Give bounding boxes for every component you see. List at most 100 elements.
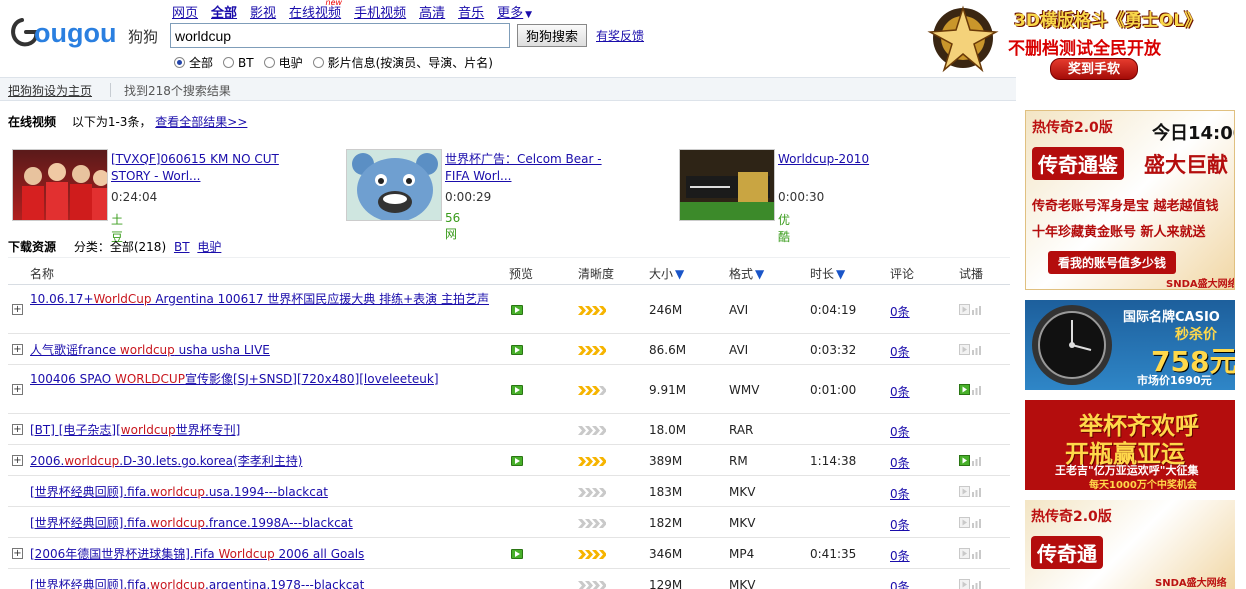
resource-name-link[interactable]: [世界杯经典回顾].fifa.worldcup.usa.1994---black… <box>30 483 490 501</box>
name-text: Argentina 100617 世界杯国民应援大典 排练+表演 主拍艺声 <box>151 292 489 306</box>
trial-play-icon[interactable] <box>959 344 987 356</box>
preview-icon[interactable] <box>511 305 523 315</box>
video-title[interactable]: 世界杯广告：Celcom Bear - FIFA Worl... <box>445 151 620 185</box>
right-ad-legend-2[interactable]: 热传奇2.0版 传奇通 SNDA盛大网络 <box>1025 500 1235 589</box>
search-input[interactable] <box>170 23 510 48</box>
comments-link[interactable]: 0条 <box>890 578 910 589</box>
video-title[interactable]: [TVXQF]060615 KM NO CUT STORY - Worl... <box>111 151 286 185</box>
filter-radio[interactable]: 电驴 <box>263 54 303 71</box>
trial-play-icon[interactable] <box>959 517 987 529</box>
radio-button[interactable] <box>263 57 275 68</box>
ad-line: 热传奇2.0版 <box>1032 120 1113 136</box>
comments-link[interactable]: 0条 <box>890 547 910 564</box>
trial-play-icon[interactable] <box>959 486 987 498</box>
comments-link[interactable]: 0条 <box>890 485 910 502</box>
nav-item[interactable]: 影视 <box>250 2 276 21</box>
more-caret-icon: ▼ <box>525 10 533 20</box>
resource-name-link[interactable]: 2006.worldcup.D-30.lets.go.korea(李孝利主持) <box>30 452 490 470</box>
nav-item[interactable]: 音乐 <box>458 2 484 21</box>
comments-link[interactable]: 0条 <box>890 454 910 471</box>
category-ed2k[interactable]: 电驴 <box>197 240 221 254</box>
video-source[interactable]: 优酷 <box>778 211 790 245</box>
preview-icon[interactable] <box>511 549 523 559</box>
preview-icon[interactable] <box>511 456 523 466</box>
ad-line: 今日14:00 <box>1152 123 1234 144</box>
sort-caret-icon: ▼ <box>755 267 765 281</box>
nav-item[interactable]: 全部 <box>211 2 237 21</box>
ad-top-button[interactable]: 奖到手软 <box>1050 58 1138 80</box>
expand-icon[interactable]: + <box>12 304 23 315</box>
resource-name-link[interactable]: [世界杯经典回顾].fifa.worldcup.argentina.1978--… <box>30 576 490 589</box>
radio-button[interactable] <box>174 57 185 68</box>
col-comments: 评论 <box>890 267 915 281</box>
table-row: [世界杯经典回顾].fifa.worldcup.usa.1994---black… <box>8 476 1010 507</box>
expand-icon[interactable]: + <box>12 455 23 466</box>
video-source[interactable]: 56网 <box>445 211 460 242</box>
resource-name-link[interactable]: [世界杯经典回顾].fifa.worldcup.france.1998A---b… <box>30 514 490 532</box>
comments-link[interactable]: 0条 <box>890 303 910 320</box>
preview-icon[interactable] <box>511 345 523 355</box>
file-duration: 1:14:38 <box>810 454 857 468</box>
category-bt[interactable]: BT <box>174 240 190 254</box>
filter-radio[interactable]: BT <box>223 54 254 71</box>
expand-icon[interactable]: + <box>12 384 23 395</box>
right-ad-legend-1[interactable]: 热传奇2.0版 今日14:00 传奇通鉴盛大巨献传奇老账号浑身是宝 越老越值钱十年珍… <box>1025 110 1235 290</box>
keyword-highlight: worldcup <box>150 516 206 530</box>
name-text: 宣传影像[SJ+SNSD][720x480][loveleeteuk] <box>184 372 439 386</box>
video-thumbnail[interactable] <box>679 149 775 221</box>
search-button[interactable]: 狗狗搜索 <box>517 24 587 47</box>
file-format: RM <box>729 454 748 468</box>
resource-name-link[interactable]: 100406 SPAO WORLDCUP宣传影像[SJ+SNSD][720x48… <box>30 370 490 388</box>
comments-link[interactable]: 0条 <box>890 383 910 400</box>
expand-icon[interactable]: + <box>12 548 23 559</box>
expand-icon[interactable]: + <box>12 344 23 355</box>
trial-play-icon[interactable] <box>959 579 987 589</box>
view-all-link[interactable]: 查看全部结果>> <box>155 115 247 129</box>
sort-caret-icon: ▼ <box>836 267 846 281</box>
right-ad-casio[interactable]: 国际名牌CASIO 秒杀价 758元 市场价1690元 <box>1025 300 1235 390</box>
preview-icon[interactable] <box>511 385 523 395</box>
keyword-highlight: worldcup <box>150 485 206 499</box>
right-ad-wanglaoji[interactable]: 举杯齐欢呼 开瓶赢亚运 王老吉"亿万亚运欢呼"大征集 每天1000万个中奖机会 <box>1025 400 1235 490</box>
expand-icon[interactable]: + <box>12 424 23 435</box>
video-thumbnail[interactable] <box>12 149 108 221</box>
col-size-sort[interactable]: 大小 ▼ <box>649 265 684 282</box>
name-text: [世界杯经典回顾].fifa. <box>30 485 151 499</box>
trial-play-icon[interactable] <box>959 548 987 560</box>
feedback-link[interactable]: 有奖反馈 <box>596 27 644 44</box>
trial-play-icon[interactable] <box>959 384 987 396</box>
nav-item[interactable]: 高清 <box>419 2 445 21</box>
resource-name-link[interactable]: 人气歌谣france worldcup usha usha LIVE <box>30 341 490 359</box>
col-duration-sort[interactable]: 时长 ▼ <box>810 265 845 282</box>
keyword-highlight: Worldcup <box>218 547 275 561</box>
video-title[interactable]: Worldcup-2010 <box>778 151 953 168</box>
col-format-sort[interactable]: 格式 ▼ <box>729 265 764 282</box>
video-thumbnail[interactable] <box>346 149 442 221</box>
radio-button[interactable] <box>312 57 324 68</box>
nav-item[interactable]: 手机视频 <box>354 2 406 21</box>
comments-link[interactable]: 0条 <box>890 423 910 440</box>
trial-play-icon[interactable] <box>959 455 987 467</box>
search-filter-radios: 全部 BT 电驴 影片信息(按演员、导演、片名) <box>174 54 503 71</box>
radio-button[interactable] <box>223 57 235 68</box>
category-all[interactable]: 全部(218) <box>110 240 166 254</box>
filter-radio[interactable]: 全部 <box>174 54 213 71</box>
set-homepage-link[interactable]: 把狗狗设为主页 <box>8 82 92 99</box>
nav-item[interactable]: 更多 ▼ <box>497 2 545 21</box>
online-video-header: 在线视频 以下为1-3条， 查看全部结果>> <box>8 113 247 130</box>
sogou-logo[interactable]: ougou 狗狗 <box>8 12 163 52</box>
nav-item[interactable]: 在线视频 new <box>289 0 342 21</box>
filter-radio[interactable]: 影片信息(按演员、导演、片名) <box>312 54 493 71</box>
resource-name-link[interactable]: [2006年德国世界杯进球集锦].Fifa Worldcup 2006 all … <box>30 545 490 563</box>
keyword-highlight: worldcup <box>150 578 206 589</box>
name-text: .usa.1994---blackcat <box>205 485 328 499</box>
top-banner-ad[interactable]: 3D横版格斗《勇士OL》 不删档测试全民开放 奖到手软 <box>918 0 1246 80</box>
comments-link[interactable]: 0条 <box>890 343 910 360</box>
trial-play-icon[interactable] <box>959 304 987 316</box>
ad-line: 传奇老账号浑身是宝 越老越值钱 <box>1032 199 1219 214</box>
ad-line: 盛大巨献 <box>1144 153 1228 177</box>
nav-item[interactable]: 网页 <box>172 2 198 21</box>
comments-link[interactable]: 0条 <box>890 516 910 533</box>
resource-name-link[interactable]: [BT] [电子杂志][worldcup世界杯专刊] <box>30 421 490 439</box>
resource-name-link[interactable]: 10.06.17+WorldCup Argentina 100617 世界杯国民… <box>30 290 490 308</box>
